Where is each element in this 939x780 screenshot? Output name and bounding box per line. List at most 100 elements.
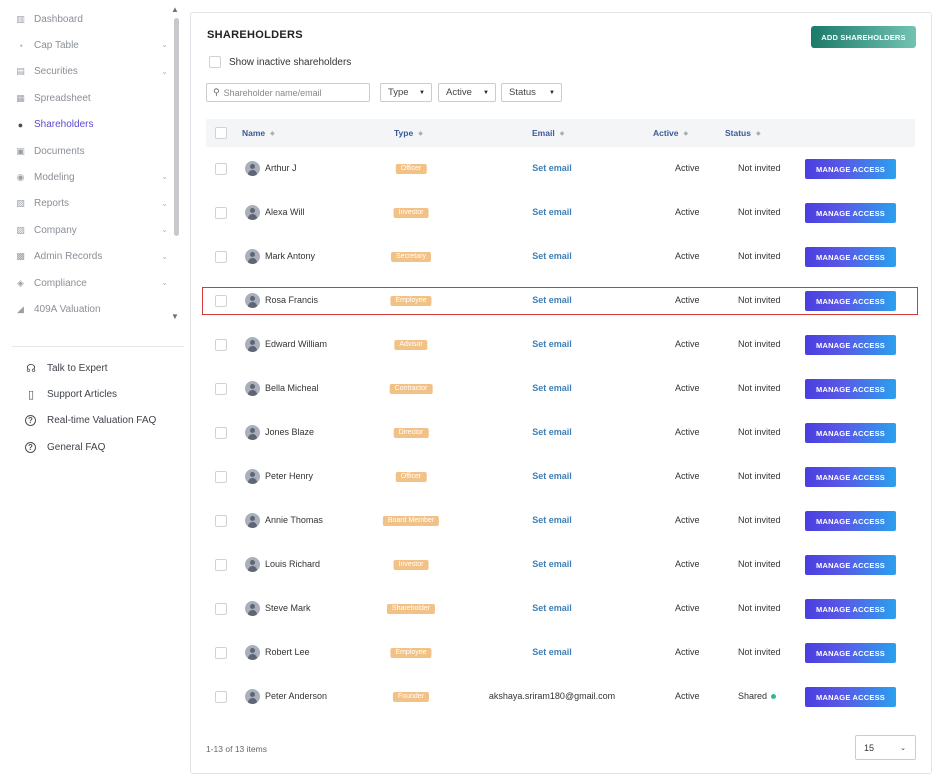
column-name[interactable]: Name ◆ [242,128,275,138]
shareholder-name[interactable]: Louis Richard [265,559,320,569]
manage-access-button[interactable]: MANAGE ACCESS [805,599,896,619]
shareholder-name[interactable]: Bella Micheal [265,383,319,393]
table-row: Rosa Francis Employee Set email Active Not i… [206,279,915,323]
set-email-link[interactable]: Set email [532,515,572,525]
help-link-talk-to-expert[interactable]: ☊ Talk to Expert [24,355,156,381]
sidebar-item-securities[interactable]: ▤ Securities ⌄ [0,59,172,85]
chevron-down-icon[interactable]: ⌄ [161,40,168,49]
chevron-down-icon[interactable]: ⌄ [161,172,168,181]
set-email-link[interactable]: Set email [532,295,572,305]
shareholder-name[interactable]: Alexa Will [265,207,305,217]
scroll-down-icon[interactable]: ▼ [171,312,179,321]
column-status[interactable]: Status ◆ [725,128,761,138]
shareholder-name[interactable]: Edward William [265,339,327,349]
row-checkbox[interactable] [215,471,227,483]
row-checkbox[interactable] [215,163,227,175]
help-link-real-time-valuation-faq[interactable]: ? Real-time Valuation FAQ [24,408,156,434]
help-link-general-faq[interactable]: ? General FAQ [24,434,156,460]
column-active[interactable]: Active ◆ [653,128,688,138]
set-email-link[interactable]: Set email [532,427,572,437]
column-type[interactable]: Type ◆ [394,128,423,138]
report-icon: ▧ [16,198,25,209]
avatar-icon [245,293,260,308]
manage-access-button[interactable]: MANAGE ACCESS [805,159,896,179]
row-checkbox[interactable] [215,251,227,263]
row-checkbox[interactable] [215,603,227,615]
sidebar-item-spreadsheet[interactable]: ▦ Spreadsheet [0,85,172,111]
sidebar-item-compliance[interactable]: ◈ Compliance ⌄ [0,270,172,296]
type-badge: Investor [393,208,429,218]
help-link-support-articles[interactable]: ▯ Support Articles [24,381,156,407]
search-box[interactable]: ⚲ [206,83,370,102]
set-email-link[interactable]: Set email [532,471,572,481]
manage-access-button[interactable]: MANAGE ACCESS [805,643,896,663]
sidebar-item-409a-valuation[interactable]: ◢ 409A Valuation [0,296,172,322]
chevron-down-icon[interactable]: ⌄ [161,278,168,287]
shareholder-name[interactable]: Mark Antony [265,251,315,261]
row-checkbox[interactable] [215,515,227,527]
chevron-down-icon[interactable]: ⌄ [161,252,168,261]
show-inactive-checkbox[interactable] [209,56,221,68]
sidebar-item-reports[interactable]: ▧ Reports ⌄ [0,191,172,217]
set-email-link[interactable]: Set email [532,383,572,393]
scrollbar-thumb[interactable] [174,18,179,236]
row-checkbox[interactable] [215,339,227,351]
manage-access-button[interactable]: MANAGE ACCESS [805,511,896,531]
shareholder-name[interactable]: Arthur J [265,163,297,173]
shareholder-name[interactable]: Steve Mark [265,603,311,613]
invite-status-label: Not invited [738,295,781,305]
shareholder-name[interactable]: Peter Henry [265,471,313,481]
manage-access-button[interactable]: MANAGE ACCESS [805,203,896,223]
page-size-select[interactable]: 15 ⌄ [855,735,916,760]
sidebar-item-cap-table[interactable]: ◔ Cap Table ⌄ [0,32,172,58]
manage-access-button[interactable]: MANAGE ACCESS [805,423,896,443]
manage-access-button[interactable]: MANAGE ACCESS [805,379,896,399]
manage-access-button[interactable]: MANAGE ACCESS [805,291,896,311]
pie-chart-icon: ◔ [17,40,24,51]
select-all-checkbox[interactable] [215,127,227,139]
shareholder-name[interactable]: Annie Thomas [265,515,323,525]
add-shareholders-button[interactable]: ADD SHAREHOLDERS [811,26,916,48]
column-email[interactable]: Email ◆ [532,128,564,138]
show-inactive-toggle[interactable]: Show inactive shareholders [209,56,351,68]
row-checkbox[interactable] [215,207,227,219]
active-filter-dropdown[interactable]: Active ▼ [438,83,496,102]
set-email-link[interactable]: Set email [532,647,572,657]
row-checkbox[interactable] [215,427,227,439]
row-checkbox[interactable] [215,559,227,571]
manage-access-button[interactable]: MANAGE ACCESS [805,247,896,267]
row-checkbox[interactable] [215,295,227,307]
book-icon: ▯ [27,388,35,401]
chevron-down-icon[interactable]: ⌄ [161,225,168,234]
row-checkbox[interactable] [215,691,227,703]
manage-access-button[interactable]: MANAGE ACCESS [805,555,896,575]
set-email-link[interactable]: Set email [532,251,572,261]
invite-status-label: Not invited [738,647,781,657]
shareholder-name[interactable]: Jones Blaze [265,427,314,437]
status-filter-dropdown[interactable]: Status ▼ [501,83,562,102]
scroll-up-icon[interactable]: ▲ [171,5,179,14]
manage-access-button[interactable]: MANAGE ACCESS [805,335,896,355]
set-email-link[interactable]: Set email [532,559,572,569]
set-email-link[interactable]: Set email [532,163,572,173]
set-email-link[interactable]: Set email [532,603,572,613]
shareholder-name[interactable]: Peter Anderson [265,691,327,701]
manage-access-button[interactable]: MANAGE ACCESS [805,467,896,487]
sidebar-item-dashboard[interactable]: ▥ Dashboard [0,6,172,32]
set-email-link[interactable]: Set email [532,207,572,217]
sidebar-item-company[interactable]: ▨ Company ⌄ [0,217,172,243]
chevron-down-icon[interactable]: ⌄ [161,67,168,76]
type-filter-dropdown[interactable]: Type ▼ [380,83,432,102]
shareholder-name[interactable]: Rosa Francis [265,295,318,305]
shareholder-name[interactable]: Robert Lee [265,647,310,657]
set-email-link[interactable]: Set email [532,339,572,349]
row-checkbox[interactable] [215,647,227,659]
chevron-down-icon[interactable]: ⌄ [161,199,168,208]
sidebar-item-modeling[interactable]: ◉ Modeling ⌄ [0,164,172,190]
search-input[interactable] [223,87,354,98]
sidebar-item-shareholders[interactable]: ● Shareholders [0,112,172,138]
sidebar-item-admin-records[interactable]: ▩ Admin Records ⌄ [0,244,172,270]
sidebar-item-documents[interactable]: ▣ Documents [0,138,172,164]
row-checkbox[interactable] [215,383,227,395]
manage-access-button[interactable]: MANAGE ACCESS [805,687,896,707]
